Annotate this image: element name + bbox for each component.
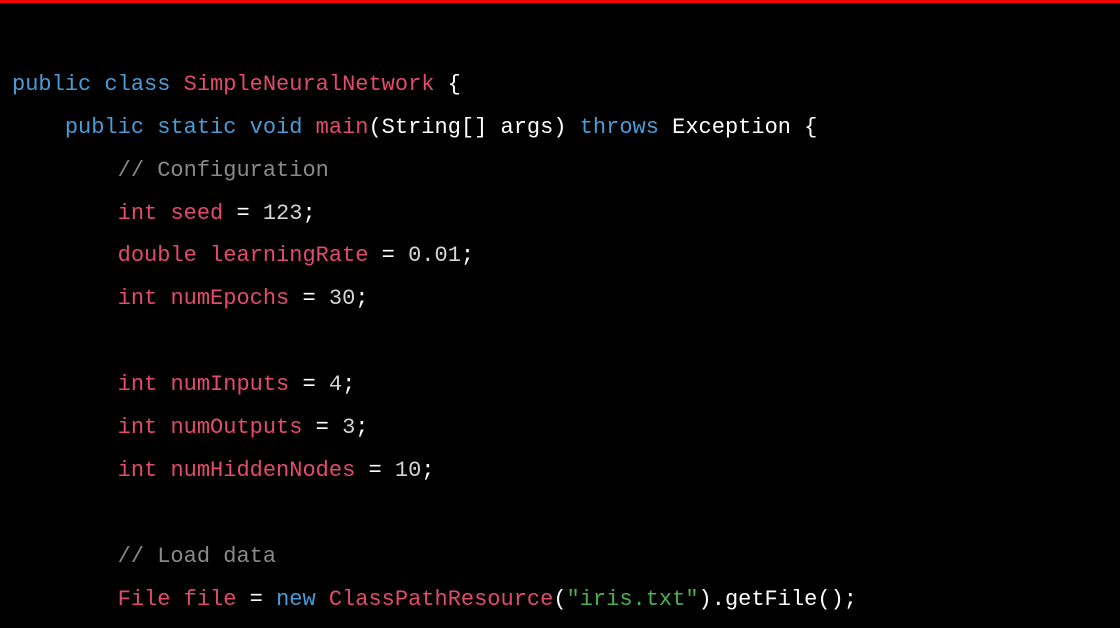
code-line-9: int numHiddenNodes = 10; [12,458,435,483]
keyword-public: public [12,72,91,97]
type-int: int [118,372,158,397]
semicolon: ; [421,458,434,483]
code-line-11: File file = new ClassPathResource("iris.… [12,587,857,612]
code-line-1: public class SimpleNeuralNetwork { [12,72,461,97]
type-int: int [118,201,158,226]
indent [12,286,118,311]
paren-close: ) [699,587,712,612]
paren-open: ( [553,587,566,612]
var-numEpochs: numEpochs [170,286,289,311]
literal-30: 30 [329,286,355,311]
keyword-void: void [250,115,303,140]
indent [12,372,118,397]
indent [12,544,118,569]
code-line-6: int numEpochs = 30; [12,286,368,311]
code-line-3: // Configuration [12,158,329,183]
var-numInputs: numInputs [170,372,289,397]
function-main: main [316,115,369,140]
type-int: int [118,458,158,483]
ctor-ClassPathResource: ClassPathResource [329,587,553,612]
var-numHiddenNodes: numHiddenNodes [170,458,355,483]
type-File: File [118,587,171,612]
equals: = [236,587,276,612]
var-file: file [184,587,237,612]
keyword-public: public [65,115,144,140]
semicolon: ; [302,201,315,226]
code-block: public class SimpleNeuralNetwork { publi… [12,21,1108,621]
literal-10: 10 [395,458,421,483]
equals: = [368,243,408,268]
code-line-7: int numInputs = 4; [12,372,355,397]
semicolon: ; [461,243,474,268]
comment-configuration: // Configuration [118,158,329,183]
type-int: int [118,286,158,311]
code-line-8: int numOutputs = 3; [12,415,368,440]
indent [12,415,118,440]
indent [12,158,118,183]
method-getFile: getFile [725,587,817,612]
code-line-4: int seed = 123; [12,201,316,226]
call-parens: (); [817,587,857,612]
semicolon: ; [355,415,368,440]
string-iris: "iris.txt" [567,587,699,612]
class-name: SimpleNeuralNetwork [184,72,435,97]
type-double: double [118,243,197,268]
keyword-class: class [104,72,170,97]
keyword-static: static [157,115,236,140]
indent [12,115,65,140]
literal-4: 4 [329,372,342,397]
literal-0.01: 0.01 [408,243,461,268]
semicolon: ; [342,372,355,397]
var-seed: seed [170,201,223,226]
params: (String[] args) [368,115,566,140]
keyword-new: new [276,587,316,612]
code-line-10: // Load data [12,544,276,569]
var-numOutputs: numOutputs [170,415,302,440]
brace-open: { [791,115,817,140]
semicolon: ; [355,286,368,311]
dot: . [712,587,725,612]
literal-123: 123 [263,201,303,226]
type-int: int [118,415,158,440]
indent [12,201,118,226]
indent [12,458,118,483]
code-line-5: double learningRate = 0.01; [12,243,474,268]
comment-load-data: // Load data [118,544,276,569]
keyword-throws: throws [580,115,659,140]
literal-3: 3 [342,415,355,440]
equals: = [302,415,342,440]
equals: = [355,458,395,483]
equals: = [223,201,263,226]
equals: = [289,372,329,397]
brace-open: { [434,72,460,97]
indent [12,243,118,268]
code-line-2: public static void main(String[] args) t… [12,115,817,140]
equals: = [289,286,329,311]
indent [12,587,118,612]
exception-type: Exception [672,115,791,140]
var-learningRate: learningRate [210,243,368,268]
